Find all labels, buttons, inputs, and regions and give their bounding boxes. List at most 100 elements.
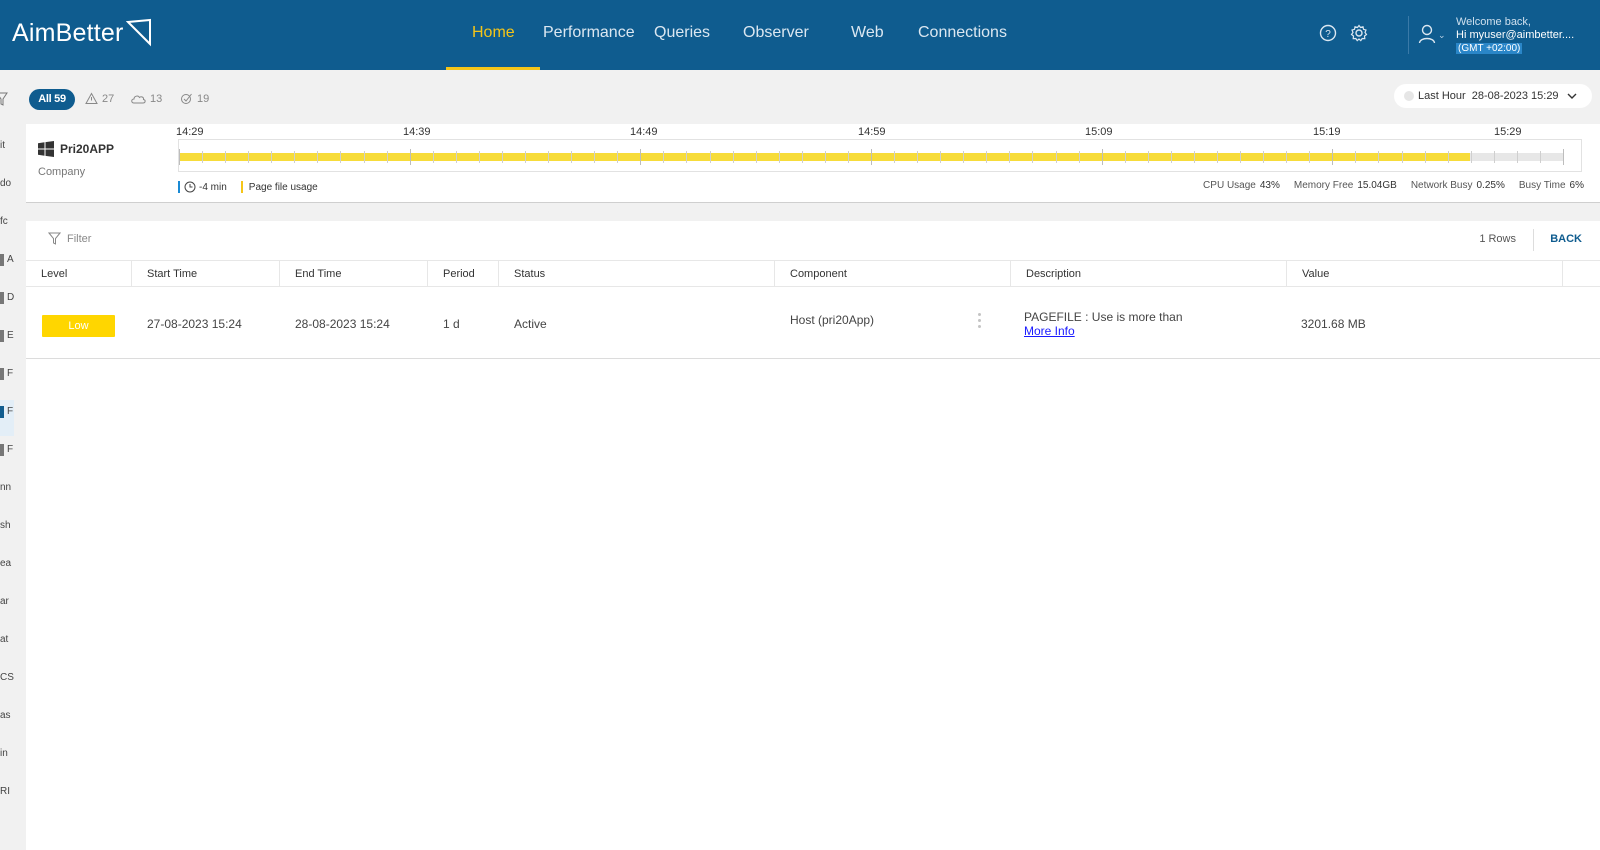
timeline-tick bbox=[871, 149, 872, 165]
user-icon[interactable] bbox=[1418, 24, 1436, 44]
time-range-label: Last Hour bbox=[1418, 90, 1466, 102]
nav-performance-label: Performance bbox=[543, 24, 635, 41]
row-actions-kebab-icon[interactable] bbox=[978, 313, 982, 331]
timeline-tick bbox=[847, 151, 849, 163]
nav-queries-label: Queries bbox=[654, 24, 711, 41]
server-name[interactable]: Pri20APP bbox=[38, 141, 114, 157]
column-header-start-time[interactable]: Start Time bbox=[132, 261, 280, 287]
sidebar-item[interactable]: ar bbox=[0, 596, 9, 607]
timeline-track[interactable] bbox=[178, 139, 1582, 172]
timeline-tick bbox=[1539, 151, 1541, 163]
server-timeline-card: Pri20APP Company 14:29 14:39 14:49 14:59… bbox=[26, 124, 1600, 203]
timeline-tick bbox=[1147, 151, 1149, 163]
nav-home-label: Home bbox=[472, 24, 515, 41]
timeline-tick bbox=[686, 151, 688, 163]
sidebar-item[interactable]: in bbox=[0, 748, 8, 759]
filter-pill-all[interactable]: All 59 bbox=[29, 89, 75, 110]
nav-web-label: Web bbox=[851, 24, 884, 41]
filter-pill-cloud[interactable]: 13 bbox=[130, 92, 162, 105]
description-text: PAGEFILE : Use is more than bbox=[1024, 310, 1183, 324]
timeline-time-label: 15:29 bbox=[1494, 126, 1522, 138]
timeline-tick bbox=[432, 151, 434, 163]
timeline-tick bbox=[1240, 151, 1242, 163]
table-row[interactable]: Low 27-08-2023 15:24 28-08-2023 15:24 1 … bbox=[26, 287, 1600, 359]
header-divider bbox=[1408, 16, 1409, 54]
sidebar-filter-icon[interactable] bbox=[0, 92, 8, 106]
more-info-link[interactable]: More Info bbox=[1024, 324, 1183, 338]
logo-text: AimBetter bbox=[12, 18, 124, 47]
sidebar-item[interactable]: ea bbox=[0, 558, 11, 569]
user-welcome[interactable]: Welcome back, Hi myuser@aimbetter.... (G… bbox=[1456, 16, 1574, 55]
timeline-tick bbox=[1101, 149, 1103, 165]
nav-home[interactable]: Home bbox=[472, 0, 515, 70]
sidebar-item[interactable]: RI bbox=[0, 786, 10, 797]
sidebar-item[interactable]: nn bbox=[0, 482, 11, 493]
column-header-status[interactable]: Status bbox=[499, 261, 775, 287]
level-badge: Low bbox=[42, 315, 115, 337]
nav-queries[interactable]: Queries bbox=[654, 0, 710, 70]
timeline-tick bbox=[917, 151, 919, 163]
timeline-tick bbox=[778, 151, 780, 163]
column-header-level[interactable]: Level bbox=[26, 261, 132, 287]
timeline-tick bbox=[317, 151, 319, 163]
busy-time-value: 6% bbox=[1569, 180, 1584, 191]
sidebar-item[interactable]: it bbox=[0, 140, 5, 151]
timeline-tick bbox=[179, 149, 180, 165]
time-range-selector[interactable]: Last Hour 28-08-2023 15:29 bbox=[1394, 84, 1592, 108]
sidebar-item[interactable]: at bbox=[0, 634, 8, 645]
status-cell: Active bbox=[514, 317, 547, 331]
table-header: Level Start Time End Time Period Status … bbox=[26, 260, 1600, 287]
timeline-tick bbox=[732, 151, 734, 163]
nav-web[interactable]: Web bbox=[851, 0, 884, 70]
filter-pill-resolved[interactable]: 19 bbox=[180, 92, 209, 105]
sidebar-item[interactable]: CS bbox=[0, 672, 14, 683]
user-menu-chevron-icon[interactable]: ⌄ bbox=[1438, 30, 1446, 41]
component-cell: Host (pri20App) bbox=[790, 313, 875, 327]
sidebar-item[interactable]: E bbox=[7, 330, 14, 341]
timeline-tick bbox=[1470, 151, 1472, 163]
column-header-description[interactable]: Description bbox=[1011, 261, 1287, 287]
column-header-end-time[interactable]: End Time bbox=[280, 261, 428, 287]
filter-placeholder: Filter bbox=[67, 232, 92, 245]
sidebar-item[interactable]: as bbox=[0, 710, 11, 721]
nav-performance[interactable]: Performance bbox=[543, 0, 635, 70]
back-button[interactable]: BACK bbox=[1550, 233, 1582, 245]
help-circle-icon[interactable]: ? bbox=[1319, 24, 1337, 42]
sidebar-item[interactable]: fc bbox=[0, 216, 8, 227]
sidebar-item[interactable]: A bbox=[7, 254, 14, 265]
sidebar-item[interactable]: D bbox=[7, 292, 14, 303]
timeline-time-label: 14:49 bbox=[630, 126, 658, 138]
timeline-tick bbox=[1309, 151, 1311, 163]
timeline-tick bbox=[225, 151, 227, 163]
timeline-tick bbox=[1332, 149, 1334, 165]
aimbetter-logo[interactable]: AimBetter bbox=[12, 18, 152, 48]
sidebar-item[interactable]: sh bbox=[0, 520, 11, 531]
table-filter[interactable]: Filter bbox=[48, 232, 91, 245]
filter-pill-warnings[interactable]: 27 bbox=[85, 92, 114, 105]
timeline-tick bbox=[963, 151, 965, 163]
timeline-tick bbox=[594, 151, 596, 163]
sidebar-item[interactable]: F bbox=[7, 368, 13, 379]
warning-triangle-icon bbox=[85, 92, 98, 104]
timeline-tick bbox=[478, 151, 480, 163]
timeline-time-label: 15:19 bbox=[1313, 126, 1341, 138]
column-header-period[interactable]: Period bbox=[428, 261, 499, 287]
column-header-value[interactable]: Value bbox=[1287, 261, 1563, 287]
timeline-tick bbox=[202, 151, 204, 163]
nav-connections[interactable]: Connections bbox=[918, 0, 1007, 70]
network-busy-label: Network Busy bbox=[1410, 180, 1473, 191]
nav-observer[interactable]: Observer bbox=[743, 0, 809, 70]
timeline-tick bbox=[824, 151, 826, 163]
timeline-time-label: 14:29 bbox=[176, 126, 204, 138]
timeline-tick bbox=[548, 151, 550, 163]
sidebar-item[interactable]: do bbox=[0, 178, 11, 189]
column-header-component[interactable]: Component bbox=[775, 261, 1011, 287]
chevron-down-icon bbox=[1567, 93, 1577, 99]
sidebar-item[interactable]: F bbox=[7, 444, 13, 455]
gear-icon[interactable] bbox=[1350, 24, 1368, 42]
timeline-legend: -4 min Page file usage bbox=[178, 181, 318, 193]
timeline-tick bbox=[640, 149, 642, 165]
sidebar-server-icon bbox=[0, 254, 4, 266]
sidebar-item-selected[interactable]: F bbox=[7, 406, 13, 417]
value-cell: 3201.68 MB bbox=[1301, 317, 1366, 331]
